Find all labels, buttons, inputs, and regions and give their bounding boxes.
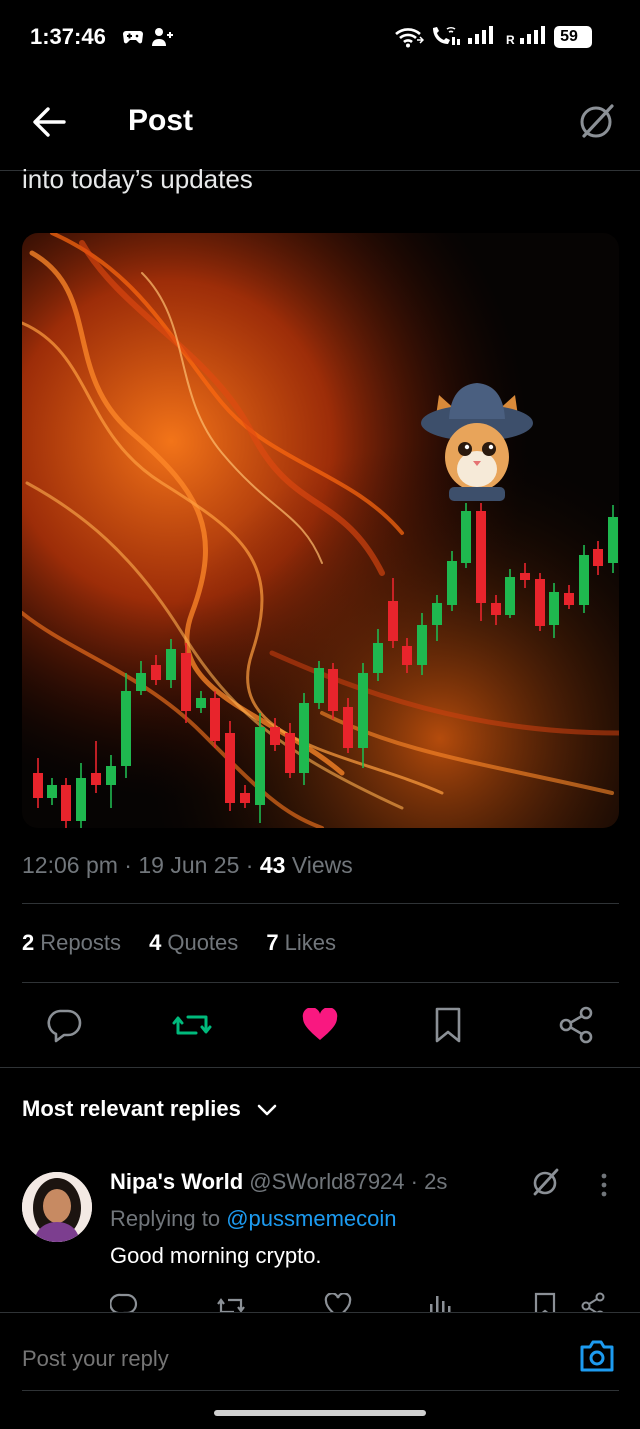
avatar[interactable] (22, 1172, 92, 1242)
reply-input[interactable] (22, 1346, 522, 1372)
grok-icon[interactable] (576, 100, 618, 142)
candle-body (314, 668, 324, 703)
candle-body (461, 511, 471, 563)
candle-body (343, 707, 353, 748)
replies-sort-label: Most relevant replies (22, 1096, 241, 1121)
candle-body (166, 649, 176, 680)
chevron-down-icon (257, 1103, 277, 1117)
candle-body (196, 698, 206, 708)
candle-body (106, 766, 116, 785)
candle-body (520, 573, 530, 580)
candle-body (564, 593, 574, 605)
candle-body (608, 517, 618, 563)
candle-body (240, 793, 250, 803)
reply-display-name: Nipa's World (110, 1169, 244, 1194)
battery-level: 59 (560, 28, 578, 45)
post-time: 12:06 pm (22, 852, 118, 878)
share-icon[interactable] (558, 1006, 594, 1044)
repost-icon[interactable] (216, 1292, 246, 1312)
candle-body (181, 653, 191, 711)
reply-age: 2s (424, 1169, 448, 1194)
divider (22, 903, 619, 904)
candle-body (505, 577, 515, 615)
divider (22, 1390, 619, 1391)
candle-body (476, 511, 486, 603)
roaming-label: R (506, 33, 515, 47)
candle-body (432, 603, 442, 625)
candle-body (549, 592, 559, 625)
candle-body (358, 673, 368, 748)
like-icon[interactable] (324, 1293, 352, 1312)
views-label: Views (291, 852, 353, 878)
candle-body (388, 601, 398, 641)
candle-body (491, 603, 501, 615)
more-options-icon[interactable] (600, 1172, 608, 1198)
signal-icon (466, 24, 496, 46)
like-icon[interactable] (302, 1008, 338, 1042)
candle-body (402, 646, 412, 665)
candle-body (285, 733, 295, 773)
views-icon[interactable] (428, 1294, 452, 1312)
candle-body (417, 625, 427, 665)
candle-body (76, 778, 86, 821)
bookmark-icon[interactable] (534, 1292, 556, 1312)
candle-body (593, 549, 603, 566)
candle-body (579, 555, 589, 605)
wifi-call-icon (430, 25, 462, 47)
candle-body (33, 773, 43, 798)
replying-prefix: Replying to (110, 1206, 221, 1231)
replies-sort-toggle[interactable]: Most relevant replies (22, 1096, 277, 1122)
candle-body (328, 669, 338, 711)
reply-handle: @SWorld87924 (249, 1169, 405, 1194)
reposts-stat[interactable]: 2 Reposts (22, 930, 121, 955)
post-text: into today’s updates (22, 164, 253, 194)
divider (0, 1067, 640, 1068)
page-title: Post (128, 104, 194, 137)
post-date: 19 Jun 25 (138, 852, 240, 878)
camera-icon[interactable] (578, 1338, 616, 1374)
bookmark-icon[interactable] (434, 1006, 462, 1044)
candle-body (447, 561, 457, 605)
status-time: 1:37:46 (30, 24, 106, 49)
status-bar: 1:37:46 R 59 (0, 0, 640, 72)
candle-body (270, 727, 280, 745)
divider (22, 982, 619, 983)
reply-text: Good morning crypto. (110, 1243, 322, 1268)
candle-body (121, 691, 131, 766)
post-stats: 2 Reposts 4 Quotes 7 Likes (22, 930, 358, 956)
back-arrow-icon[interactable] (30, 104, 68, 140)
candle-body (535, 579, 545, 626)
gamepad-icon (122, 28, 144, 46)
candle-body (151, 665, 161, 680)
reply-action-row (110, 1288, 620, 1312)
candle-body (210, 698, 220, 741)
candle-body (136, 673, 146, 691)
candle-body (255, 727, 265, 805)
candle-body (61, 785, 71, 821)
candle-body (47, 785, 57, 798)
candle-body (373, 643, 383, 673)
battery-icon: 59 (554, 26, 592, 48)
top-bar (0, 80, 640, 171)
post-meta: 12:06 pm · 19 Jun 25 · 43 Views (22, 852, 353, 878)
candle-body (225, 733, 235, 803)
quotes-stat[interactable]: 4 Quotes (149, 930, 238, 955)
person-add-icon (150, 26, 174, 48)
likes-stat[interactable]: 7 Likes (266, 930, 336, 955)
replying-to: Replying to @pussmemecoin (110, 1206, 397, 1232)
wifi-icon (394, 26, 424, 48)
post-image[interactable] (22, 233, 619, 828)
reply-author[interactable]: Nipa's World @SWorld87924 · 2s (110, 1169, 447, 1195)
replying-to-link[interactable]: @pussmemecoin (226, 1206, 396, 1231)
reply-icon[interactable] (46, 1007, 82, 1043)
grok-icon[interactable] (530, 1166, 562, 1198)
signal-roaming-icon (518, 24, 548, 46)
candle-body (299, 703, 309, 773)
views-count: 43 (259, 852, 286, 878)
candle-body (91, 773, 101, 785)
home-indicator[interactable] (214, 1410, 426, 1416)
reply-icon[interactable] (110, 1292, 138, 1312)
repost-icon[interactable] (172, 1007, 212, 1043)
share-icon[interactable] (580, 1292, 606, 1312)
